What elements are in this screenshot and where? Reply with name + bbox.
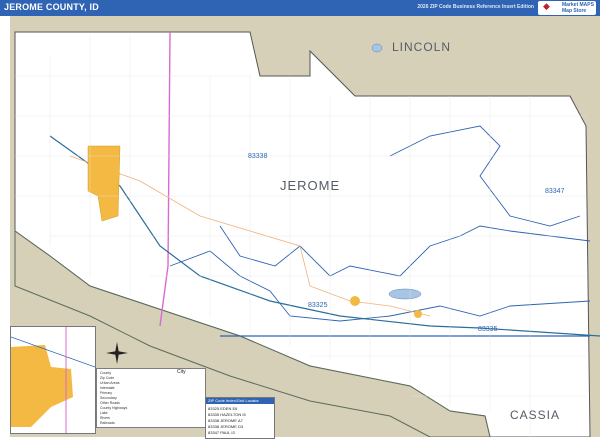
legend-row: Lake xyxy=(100,411,108,415)
zip-index-row: 83338 JEROME A7 xyxy=(208,418,243,423)
legend-row: Zip Code xyxy=(100,376,115,380)
legend-row: Secondary xyxy=(100,396,117,400)
publisher-logo: ◆ Market MAPS Map Store xyxy=(538,1,596,15)
north-arrow-icon xyxy=(106,342,128,364)
legend-row: Rivers xyxy=(100,416,110,420)
map-title: JEROME COUNTY, ID xyxy=(4,2,99,12)
legend-row: County Highways xyxy=(100,406,128,410)
zip-index-title: ZIP Code Index/Grid Locator xyxy=(206,398,274,404)
legend-row: Primary xyxy=(100,391,113,395)
map-subtitle: 2026 ZIP Code Business Reference Insert … xyxy=(417,4,534,10)
legend-row: Urban Areas xyxy=(100,381,120,385)
lincoln-lake xyxy=(371,43,383,53)
map-frame: JEROME COUNTY, ID 2026 ZIP Code Business… xyxy=(0,0,600,439)
zip-index-row: 83347 PAUL I3 xyxy=(208,430,235,435)
zip-index-table: ZIP Code Index/Grid Locator 83325 EDEN E… xyxy=(205,397,275,439)
zip-index-row: 83325 EDEN E6 xyxy=(208,406,238,411)
legend-row: Other Roads xyxy=(100,401,120,405)
zip-label-83338: 83338 xyxy=(248,153,268,160)
legend-row: Interstate xyxy=(100,386,115,390)
zip-label-83335: 83335 xyxy=(478,326,498,333)
logo-mark-icon: ◆ xyxy=(543,2,550,12)
title-bar: JEROME COUNTY, ID 2026 ZIP Code Business… xyxy=(0,0,600,16)
zip-label-83347: 83347 xyxy=(545,188,565,195)
county-label-lincoln: LINCOLN xyxy=(392,40,452,54)
eden-town-area xyxy=(350,296,360,306)
hazelton-town-area xyxy=(414,310,422,318)
lake xyxy=(388,288,422,300)
inset-svg xyxy=(11,327,95,433)
logo-text: Market MAPS Map Store xyxy=(562,2,594,14)
city-inset-map xyxy=(10,326,96,434)
zip-label-83325: 83325 xyxy=(308,302,328,309)
zip-index-row: 83338 JEROME D3 xyxy=(208,424,244,429)
legend-city-label: City xyxy=(177,369,186,375)
legend-row: Railroads xyxy=(100,421,115,425)
legend-row: County xyxy=(100,371,112,375)
county-label-jerome: JEROME xyxy=(280,178,341,193)
county-label-cassia: CASSIA xyxy=(510,408,561,422)
zip-index-row: 83335 HAZELTON I5 xyxy=(208,412,246,417)
map-legend: County Zip Code Urban Areas Interstate P… xyxy=(96,368,206,428)
